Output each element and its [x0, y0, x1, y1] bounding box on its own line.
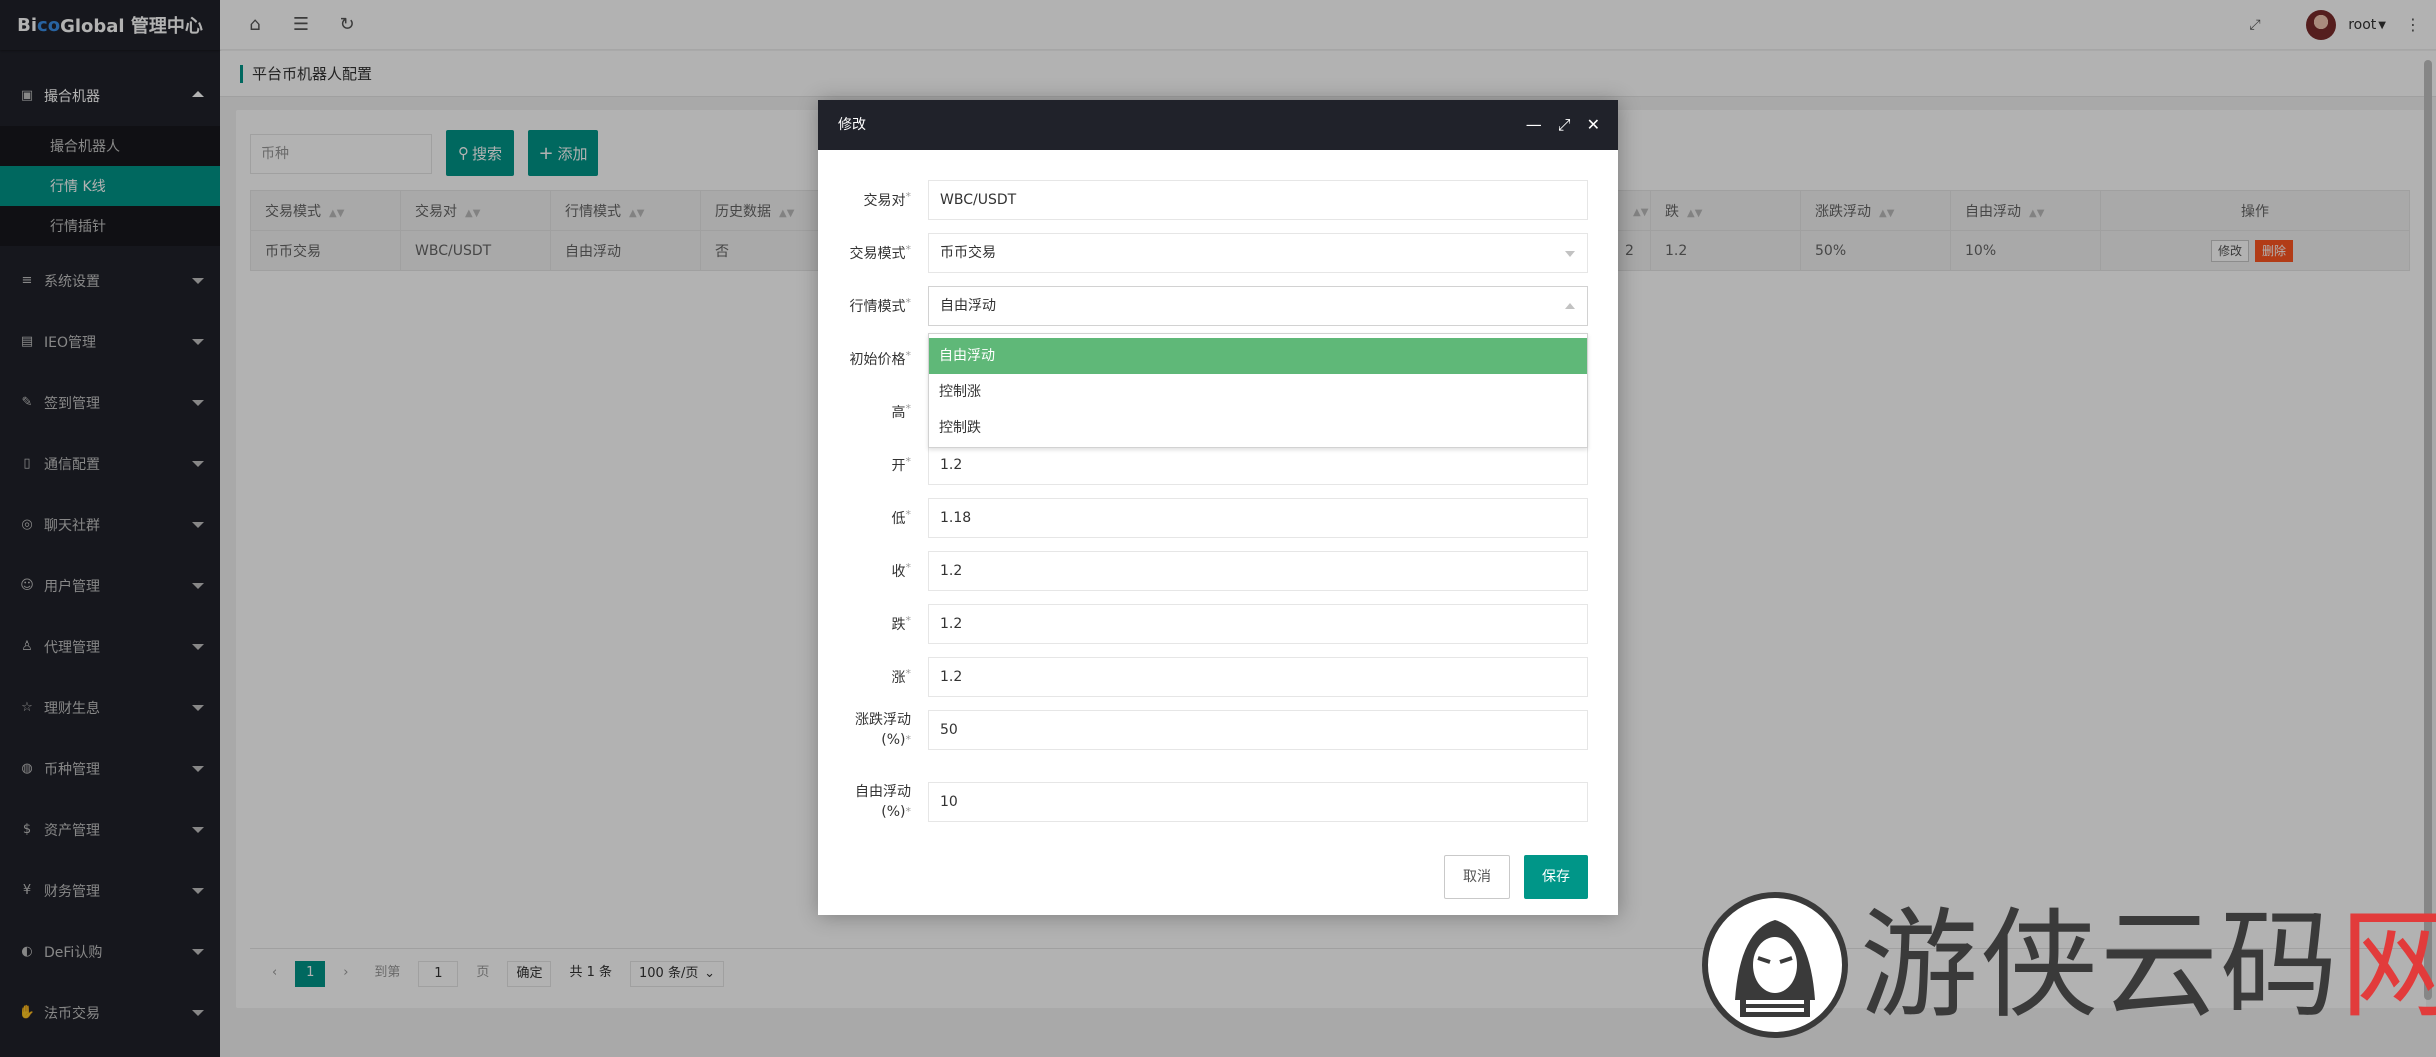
hacker-logo-icon [1702, 892, 1848, 1038]
trade-mode-select[interactable]: 币币交易 [928, 233, 1588, 273]
form-row-market-mode: 行情模式* 自由浮动 [818, 286, 1618, 326]
caret-down-icon [1565, 251, 1575, 257]
label-close: 收* [891, 561, 912, 580]
form-row-low: 低* 1.18 [818, 498, 1618, 538]
edit-modal: 修改 — ⤢ ✕ 交易对* WBC/USDT 交易模式* 币币交易 行情模式* … [818, 100, 1618, 915]
rise-input[interactable]: 1.2 [928, 657, 1588, 697]
free-float-input[interactable]: 10 [928, 782, 1588, 822]
option-control-rise[interactable]: 控制涨 [929, 374, 1587, 410]
market-mode-dropdown: 自由浮动 控制涨 控制跌 [928, 333, 1588, 448]
watermark: 游侠云码网 [1700, 890, 2436, 1040]
label-open: 开* [891, 455, 912, 474]
modal-header: 修改 — ⤢ ✕ [818, 100, 1618, 150]
form-row-trade-mode: 交易模式* 币币交易 [818, 233, 1618, 273]
close-input[interactable]: 1.2 [928, 551, 1588, 591]
minimize-icon[interactable]: — [1526, 100, 1542, 150]
option-free-float[interactable]: 自由浮动 [929, 338, 1587, 374]
label-fall: 跌* [891, 614, 912, 633]
label-range-float: 涨跌浮动 (%)* [855, 712, 911, 748]
form-row-rise: 涨* 1.2 [818, 657, 1618, 697]
label-high: 高* [891, 402, 912, 421]
fall-input[interactable]: 1.2 [928, 604, 1588, 644]
label-init-price: 初始价格* [849, 349, 912, 368]
form-row-close: 收* 1.2 [818, 551, 1618, 591]
market-mode-select[interactable]: 自由浮动 [928, 286, 1588, 326]
maximize-icon[interactable]: ⤢ [1558, 100, 1571, 150]
open-input[interactable]: 1.2 [928, 445, 1588, 485]
label-free-float: 自由浮动 (%)* [855, 784, 911, 820]
modal-title: 修改 [838, 117, 866, 133]
option-control-fall[interactable]: 控制跌 [929, 410, 1587, 446]
caret-up-icon [1565, 303, 1575, 309]
low-input[interactable]: 1.18 [928, 498, 1588, 538]
label-pair: 交易对* [863, 190, 912, 209]
form-row-range-float: 涨跌浮动 (%)* 50 [818, 710, 1618, 750]
form-row-pair: 交易对* WBC/USDT [818, 180, 1618, 220]
save-button[interactable]: 保存 [1524, 855, 1588, 899]
label-trade-mode: 交易模式* [849, 243, 912, 262]
range-float-input[interactable]: 50 [928, 710, 1588, 750]
pair-input[interactable]: WBC/USDT [928, 180, 1588, 220]
cancel-button[interactable]: 取消 [1444, 855, 1510, 899]
label-rise: 涨* [891, 667, 912, 686]
close-icon[interactable]: ✕ [1587, 100, 1600, 150]
form-row-fall: 跌* 1.2 [818, 604, 1618, 644]
label-low: 低* [891, 508, 912, 527]
form-row-free-float: 自由浮动 (%)* 10 [818, 782, 1618, 822]
watermark-text: 游侠云码网 [1860, 896, 2436, 1034]
form-row-open: 开* 1.2 [818, 445, 1618, 485]
label-market-mode: 行情模式* [849, 296, 912, 315]
